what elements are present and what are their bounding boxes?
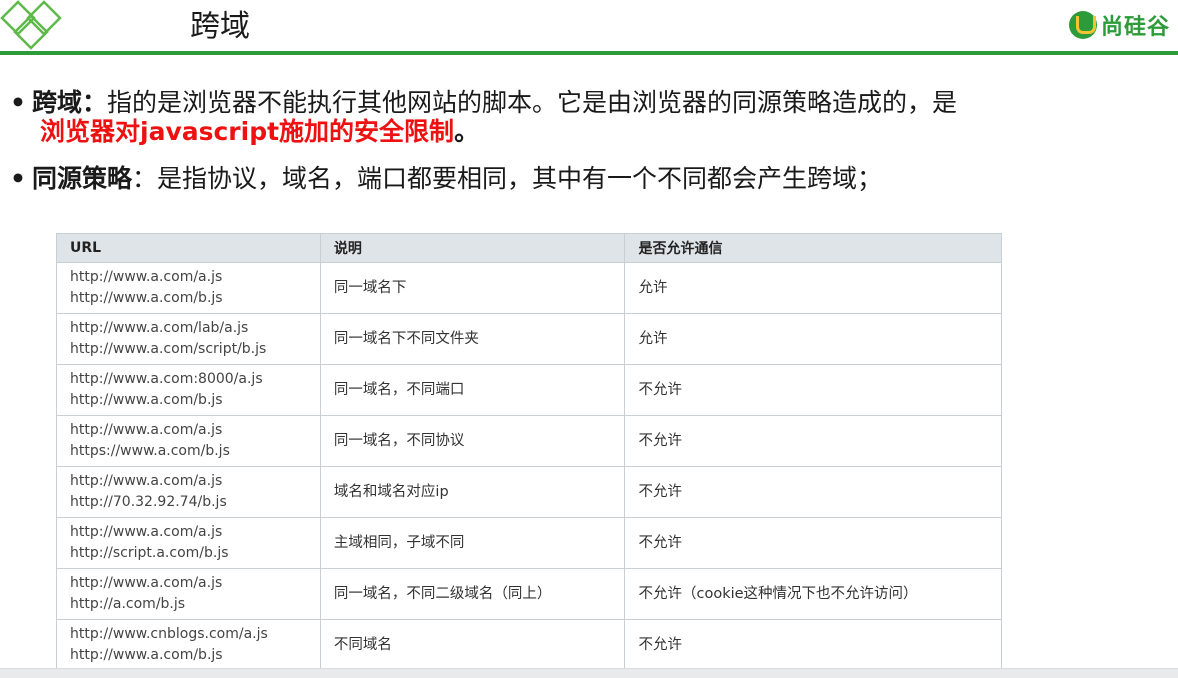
cell-desc: 同一域名下不同文件夹 [319,313,626,365]
table-row: http://www.a.com/a.js http://a.com/b.js 同一… [56,568,1002,620]
table-header-row: URL 说明 是否允许通信 [56,233,1002,263]
cell-desc: 域名和域名对应ip [319,466,626,518]
url-source: http://www.a.com/a.js [70,575,223,591]
table-row: http://www.a.com/a.js http://script.a.com… [56,517,1002,569]
table-row: http://www.a.com:8000/a.js http://www.a.c… [56,364,1002,416]
bullet-cross-origin: • 跨域：指的是浏览器不能执行其他网站的脚本。它是由浏览器的同源策略造成的，是 [10,88,957,118]
brand-u-icon [1068,11,1097,39]
header-allow: 是否允许通信 [624,233,1002,263]
cell-desc: 同一域名，不同二级域名（同上） [319,568,626,620]
cell-desc: 同一域名，不同协议 [319,415,626,467]
cell-allow: 不允许 [624,364,1002,416]
table-row: http://www.a.com/a.js http://www.a.com/b.… [56,262,1002,314]
url-target: http://www.a.com/b.js [70,290,223,306]
cell-allow: 不允许 [624,415,1002,467]
url-source: http://www.a.com/lab/a.js [70,320,249,336]
url-target: https://www.a.com/b.js [70,443,230,459]
cell-desc: 同一域名下 [319,262,626,314]
cell-allow: 不允许（cookie这种情况下也不允许访问） [624,568,1002,620]
url-target: http://www.a.com/b.js [70,392,223,408]
header-desc: 说明 [319,233,626,263]
cell-allow: 不允许 [624,517,1002,569]
slide-title: 跨域 [190,9,250,44]
bullet-cross-origin-continued: 浏览器对javascript施加的安全限制。 [40,117,479,147]
brand-logo: 尚硅谷 [1068,8,1170,42]
cell-allow: 不允许 [624,466,1002,518]
cell-url: http://www.a.com/lab/a.js http://www.a.co… [56,313,321,365]
url-target: http://70.32.92.74/b.js [70,494,227,510]
bullet-text: 指的是浏览器不能执行其他网站的脚本。它是由浏览器的同源策略造成的，是 [107,88,958,117]
cell-url: http://www.a.com/a.js http://70.32.92.74/… [56,466,321,518]
slide-header: 跨域 尚硅谷 [0,0,1178,55]
cell-allow: 允许 [624,262,1002,314]
bullet-dot: • [10,88,26,117]
bullet-term: 同源策略 [32,164,133,193]
table-body: http://www.a.com/a.js http://www.a.com/b.… [56,262,1002,671]
header-url: URL [56,233,321,263]
cell-desc: 同一域名，不同端口 [319,364,626,416]
cell-desc: 主域相同，子域不同 [319,517,626,569]
url-source: http://www.a.com:8000/a.js [70,371,263,387]
bullet-separator: ： [82,88,108,117]
cell-allow: 不允许 [624,619,1002,671]
bullet-emphasis: 浏览器对javascript施加的安全限制 [40,117,455,146]
cell-desc: 不同域名 [319,619,626,671]
bullet-same-origin: • 同源策略：是指协议，域名，端口都要相同，其中有一个不同都会产生跨域； [10,164,882,194]
diamond-logo-icon [0,0,62,50]
footer-bar [0,668,1178,678]
slide-body: • 跨域：指的是浏览器不能执行其他网站的脚本。它是由浏览器的同源策略造成的，是 浏… [0,55,1178,671]
table-row: http://www.a.com/lab/a.js http://www.a.co… [56,313,1002,365]
cell-url: http://www.a.com:8000/a.js http://www.a.c… [56,364,321,416]
cell-url: http://www.a.com/a.js https://www.a.com/b… [56,415,321,467]
bullet-separator: ： [132,164,158,193]
same-origin-table: URL 说明 是否允许通信 http://www.a.com/a.js http:… [56,233,1002,671]
url-source: http://www.a.com/a.js [70,473,223,489]
url-target: http://www.a.com/script/b.js [70,341,267,357]
cell-url: http://www.a.com/a.js http://www.a.com/b.… [56,262,321,314]
url-source: http://www.cnblogs.com/a.js [70,626,268,642]
same-origin-table-wrapper: URL 说明 是否允许通信 http://www.a.com/a.js http:… [56,233,1002,671]
cell-url: http://www.a.com/a.js http://a.com/b.js [56,568,321,620]
url-target: http://script.a.com/b.js [70,545,229,561]
table-row: http://www.a.com/a.js https://www.a.com/b… [56,415,1002,467]
brand-name: 尚硅谷 [1100,15,1170,40]
url-source: http://www.a.com/a.js [70,524,223,540]
table-row: http://www.cnblogs.com/a.js http://www.a.… [56,619,1002,671]
url-target: http://a.com/b.js [70,596,186,612]
cell-url: http://www.cnblogs.com/a.js http://www.a.… [56,619,321,671]
cell-allow: 允许 [624,313,1002,365]
bullet-tail: 。 [454,117,480,146]
bullet-text: 是指协议，域名，端口都要相同，其中有一个不同都会产生跨域； [157,164,883,193]
bullet-term: 跨域 [32,88,83,117]
url-source: http://www.a.com/a.js [70,269,223,285]
table-row: http://www.a.com/a.js http://70.32.92.74/… [56,466,1002,518]
url-source: http://www.a.com/a.js [70,422,223,438]
bullet-dot: • [10,164,26,193]
url-target: http://www.a.com/b.js [70,647,223,663]
cell-url: http://www.a.com/a.js http://script.a.com… [56,517,321,569]
